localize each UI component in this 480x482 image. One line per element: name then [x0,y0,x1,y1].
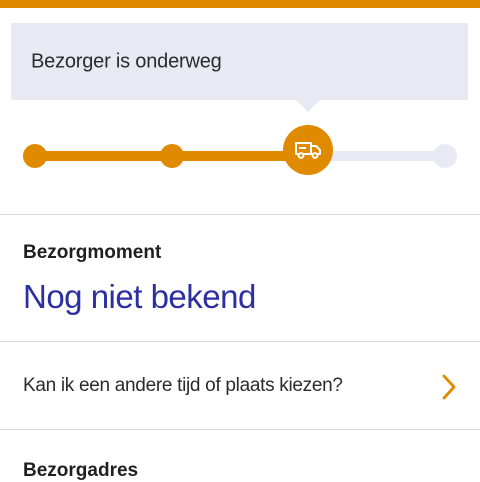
delivery-van-icon [295,142,321,159]
progress-step-2 [160,144,184,168]
bezorgmoment-label: Bezorgmoment [23,242,162,263]
top-accent-bar [0,0,480,8]
change-time-place-label: Kan ik een andere tijd of plaats kiezen? [23,374,343,396]
chevron-right-icon [442,374,456,400]
status-card-pointer [296,100,320,112]
divider [0,429,480,430]
progress-step-3-current [283,125,333,175]
status-message: Bezorger is onderweg [31,50,222,72]
status-card: Bezorger is onderweg [11,23,468,100]
progress-step-1 [23,144,47,168]
bezorgmoment-value: Nog niet bekend [23,278,256,315]
delivery-progress-tracker [0,116,480,196]
divider [0,214,480,215]
bezorgadres-label: Bezorgadres [23,460,139,481]
change-time-place-link[interactable]: Kan ik een andere tijd of plaats kiezen? [0,342,480,429]
progress-step-4 [433,144,457,168]
